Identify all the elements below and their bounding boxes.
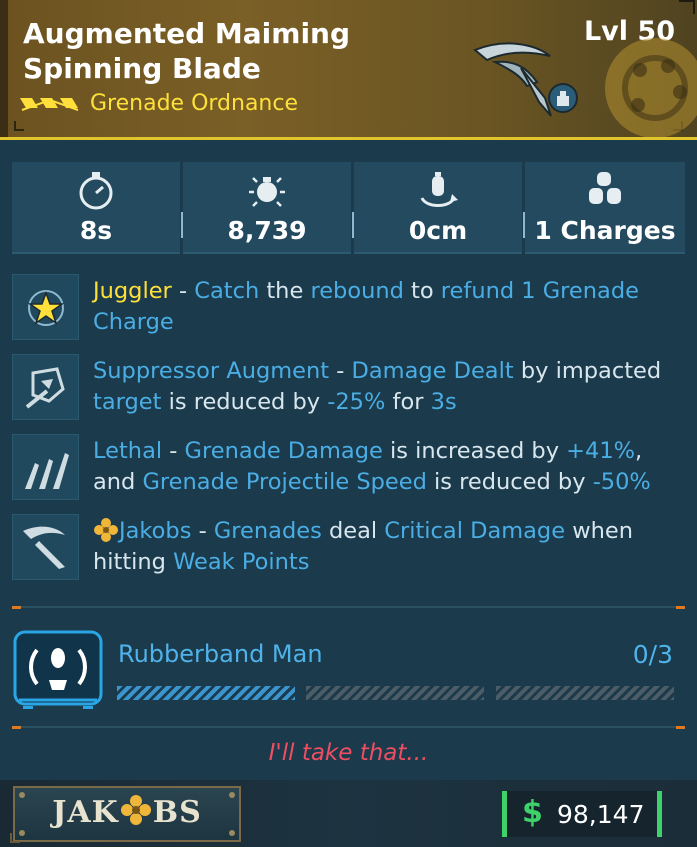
perk-text-segment: , [635,438,643,464]
section-divider [12,606,684,608]
divider-tick [12,606,21,609]
price-value: 98,147 [557,800,645,829]
jakobs-gear-emblem [605,38,697,137]
rubberband-man-icon[interactable] [13,630,103,710]
stat-radius: 0cm [354,162,525,254]
perk-keyword: Weak Points [173,549,310,575]
perk-text-segment: - [191,518,214,544]
stat-fuse-time: 8s [12,162,183,254]
rank-bar-3 [496,686,674,700]
perk-text-segment: - [329,358,352,384]
perk-keyword: Critical Damage [384,518,566,544]
header-corner [679,0,695,14]
perk-keyword: 3s [430,389,457,415]
stopwatch-icon [79,172,113,210]
perk-text-segment: hitting [93,549,174,575]
perk-keyword: -50% [592,469,651,495]
skill-rank: 0/3 [632,640,673,669]
flavor-text: I'll take that... [268,740,429,766]
stat-value: 0cm [408,216,468,245]
juggler-star-icon [27,290,65,326]
perk-icon-frame [12,434,79,500]
stat-value: 1 Charges [534,216,676,245]
stat-damage: 8,739 [183,162,354,254]
jakobs-clover-icon [120,795,151,825]
footer-corner [10,833,20,843]
perk-name: Juggler [93,278,172,304]
stat-value: 8,739 [227,216,307,245]
section-divider [12,726,684,728]
perk-name: Lethal [93,438,163,464]
manufacturer-name: JAK BS [15,794,239,830]
item-title: Augmented Maiming Spinning Blade [23,17,351,85]
perk-text-segment: is increased by [382,438,567,464]
item-header: Augmented Maiming Spinning Blade Lvl 50 … [0,0,697,140]
perk-text-segment: - [162,438,185,464]
perk-text: Suppressor Augment - Damage Dealt by imp… [93,356,693,418]
perk-text-segment: to [403,278,441,304]
perk-text-segment: for [385,389,431,415]
perk-keyword: Damage Dealt [351,358,514,384]
stat-value: 8s [79,216,113,245]
perk-text-segment: the [259,278,311,304]
perk-text-segment: by impacted [513,358,662,384]
manufacturer-name-left: JAK [52,795,119,830]
perk-keyword: target [93,389,162,415]
grenade-radius-icon [420,172,458,207]
perk-text-segment: deal [321,518,385,544]
perk-name: Jakobs [119,518,192,544]
rarity-chevrons-icon [20,97,79,111]
rank-bar-1 [117,686,295,700]
item-type: Grenade Ordnance [90,91,299,116]
perk-keyword: Catch [194,278,260,304]
header-edge-stripe [0,0,8,137]
grenade-damage-icon [249,177,285,207]
perk-text: Jakobs - Grenades deal Critical Damage w… [93,516,693,578]
stats-row: 8s 8,739 0cm 1 Charges [0,162,697,254]
perk-keyword: +41% [566,438,636,464]
skill-name: Rubberband Man [118,640,323,668]
jakobs-blade-icon [23,526,65,569]
price-box: $ 98,147 [502,791,662,837]
divider-tick [12,726,21,729]
perk-keyword: Grenade Damage [184,438,383,464]
perk-text-segment: is reduced by [426,469,593,495]
divider-tick [676,726,685,729]
manufacturer-logo: JAK BS [13,786,241,842]
item-type-row: Grenade Ordnance [20,91,298,116]
perk-text: Juggler - Catch the rebound to refund 1 … [93,276,693,338]
perk-text-segment: and [93,469,143,495]
manufacturer-name-right: BS [152,795,202,830]
perk-keyword: Grenades [213,518,322,544]
header-corner [14,121,24,131]
perk-text-segment: - [171,278,195,304]
perk-name: Suppressor Augment [93,358,330,384]
perk-text-segment: is reduced by [161,389,328,415]
divider-tick [676,606,685,609]
perk-text: Lethal - Grenade Damage is increased by … [93,436,693,498]
grenade-charges-icon [589,172,621,204]
perk-icon-frame [12,354,79,420]
suppressor-augment-icon [25,367,65,409]
rank-bar-2 [306,686,484,700]
spinning-blade-icon [473,42,578,117]
stat-charges: 1 Charges [525,162,685,254]
lethal-blades-icon [25,453,69,489]
perk-keyword: Grenade Projectile Speed [142,469,427,495]
perk-keyword: rebound [310,278,404,304]
currency-symbol: $ [522,795,543,830]
perk-icon-frame [12,514,79,580]
perk-keyword: -25% [327,389,386,415]
jakobs-clover-icon [94,518,118,542]
item-footer: JAK BS $ 98,147 [0,780,697,847]
plate-bolt [229,830,235,836]
perk-icon-frame [12,274,79,340]
perk-text-segment: when [565,518,633,544]
